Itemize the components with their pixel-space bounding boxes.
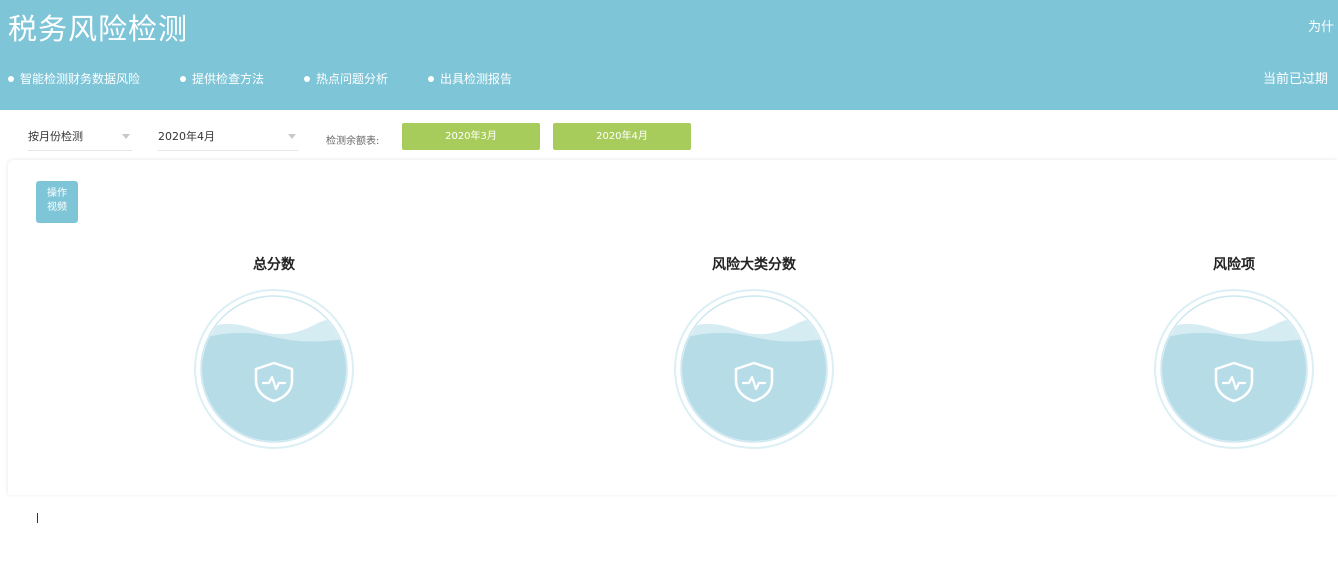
metric-title: 风险大类分数 — [712, 257, 796, 273]
result-panel: 操作 视频 总分数 风险大类分数 风险项 — [8, 160, 1338, 495]
feature-item: 智能检测财务数据风险 — [8, 70, 140, 87]
metric-title: 风险项 — [1213, 257, 1255, 273]
month-select[interactable]: 2020年4月 — [158, 124, 298, 151]
feature-item: 出具检测报告 — [428, 70, 512, 87]
score-gauge — [1154, 289, 1314, 449]
expired-status: 当前已过期 — [1262, 72, 1328, 87]
feature-label: 提供检查方法 — [192, 72, 265, 86]
operation-video-button[interactable]: 操作 视频 — [36, 181, 78, 223]
bullet-dot-icon — [428, 75, 435, 82]
mode-select[interactable]: 按月份检测 — [28, 124, 132, 151]
metric-title: 总分数 — [253, 257, 295, 273]
feature-item: 热点问题分析 — [304, 70, 388, 87]
score-gauge — [674, 289, 834, 449]
top-right-link[interactable]: 为什 — [1308, 16, 1334, 35]
metric-risk-items: 风险项 — [1149, 255, 1319, 449]
text-cursor — [37, 513, 38, 523]
bullet-dot-icon — [304, 75, 311, 82]
app-header: 税务风险检测 为什 智能检测财务数据风险 提供检查方法 热点问题分析 出具检测报… — [0, 0, 1338, 110]
feature-item: 提供检查方法 — [180, 70, 264, 87]
month-select-value: 2020年4月 — [158, 130, 215, 143]
feature-label: 智能检测财务数据风险 — [20, 72, 141, 86]
metric-category-score: 风险大类分数 — [669, 255, 839, 449]
mode-select-value: 按月份检测 — [28, 130, 83, 143]
app-title: 税务风险检测 — [8, 12, 189, 46]
bullet-dot-icon — [8, 75, 14, 82]
feature-list: 智能检测财务数据风险 提供检查方法 热点问题分析 出具检测报告 — [8, 70, 552, 87]
bullet-dot-icon — [180, 75, 187, 82]
month-button-april[interactable]: 2020年4月 — [553, 123, 691, 150]
toolbar: 按月份检测 2020年4月 检测余额表: 2020年3月 2020年4月 — [0, 110, 1338, 160]
video-button-line2: 视频 — [47, 202, 67, 213]
score-gauge — [194, 289, 354, 449]
chevron-down-icon — [122, 134, 130, 139]
month-button-march[interactable]: 2020年3月 — [402, 123, 540, 150]
metric-total-score: 总分数 — [189, 255, 359, 449]
chevron-down-icon — [288, 134, 296, 139]
video-button-line1: 操作 — [47, 188, 67, 199]
balance-label: 检测余额表: — [326, 136, 380, 147]
feature-label: 出具检测报告 — [440, 72, 513, 86]
feature-label: 热点问题分析 — [316, 72, 389, 86]
